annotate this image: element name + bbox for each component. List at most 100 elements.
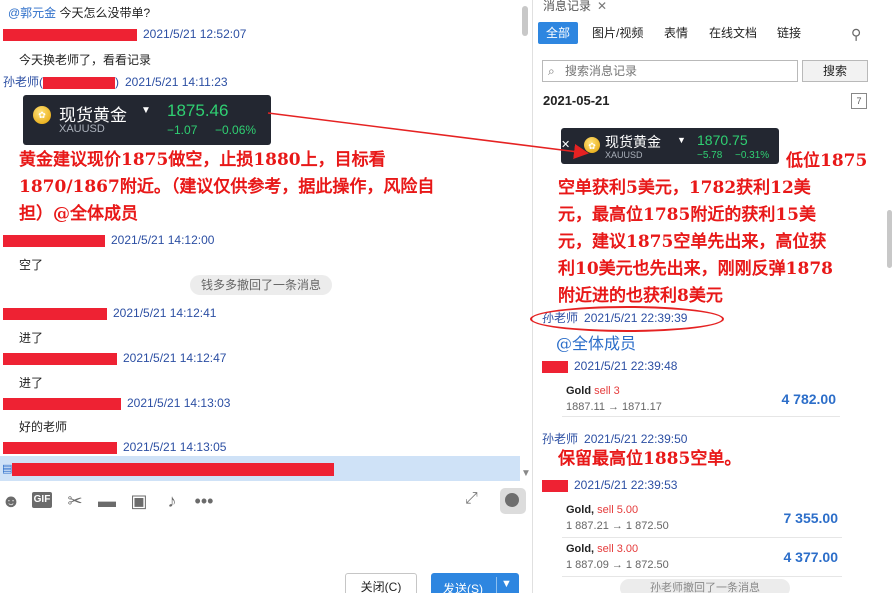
gold-coin-icon [584, 137, 600, 153]
sender-name[interactable]: 孙老师( [3, 75, 43, 89]
gold-symbol: XAUUSD [59, 123, 105, 135]
message-text: 进了 [19, 376, 44, 390]
message-meta: 2021/5/21 14:13:03 [3, 396, 230, 410]
send-divider [496, 577, 497, 593]
message-meta: 2021/5/21 22:39:48 [542, 359, 677, 373]
trade-value: 7 355.00 [783, 510, 839, 526]
search-field[interactable]: ⌕ [542, 60, 798, 82]
mention[interactable]: @郭元金 [8, 6, 56, 20]
search-input[interactable] [565, 63, 793, 79]
redacted-sender [3, 28, 137, 41]
caret-down-icon: ▼ [141, 105, 151, 116]
tab-media[interactable]: 图片/视频 [592, 22, 643, 44]
image-icon[interactable]: ▣ [128, 490, 150, 512]
gold-title: 现货黄金 [605, 134, 661, 150]
message-meta: 2021/5/21 14:12:47 [3, 351, 226, 365]
message-list[interactable]: @郭元金 今天怎么没带单? 2021/5/21 12:52:07 今天换老师了，… [0, 0, 520, 481]
recall-notice: 孙老师撤回了一条消息 [620, 579, 790, 593]
message-time: 2021/5/21 12:52:07 [143, 27, 247, 41]
redacted-sender [43, 76, 115, 89]
trade-card[interactable]: Gold, sell 3.00 1 887.09 → 1 872.50 4 37… [562, 539, 842, 577]
message-time: 2021/5/21 22:39:53 [574, 478, 678, 492]
message-meta: 2021/5/21 14:12:41 [3, 306, 216, 320]
history-tab[interactable]: 消息记录 ✕ [543, 0, 607, 13]
message-time: 2021/5/21 22:39:48 [574, 359, 678, 373]
message-meta: 孙老师 2021/5/21 22:39:50 [542, 430, 687, 447]
gold-quote-card[interactable]: 现货黄金 ▼ XAUUSD 1870.75 −5.78 −0.31% [561, 128, 779, 164]
scroll-down-icon[interactable]: ▼ [521, 468, 531, 479]
gold-price: 1870.75 [697, 132, 748, 148]
redacted-message [12, 463, 334, 476]
send-label: 发送(S) [443, 582, 483, 593]
gold-change-pct: −0.31% [735, 150, 770, 161]
close-icon[interactable]: ✕ [597, 0, 607, 13]
gold-price: 1875.46 [167, 101, 229, 120]
history-tab-label: 消息记录 [543, 0, 592, 13]
calendar-icon[interactable]: 7 [851, 93, 867, 109]
red-annotation: 黄金建议现价1875做空，止损1880上，目标看 1870/1867附近。（建议… [19, 150, 435, 224]
chevron-down-icon[interactable]: ▼ [501, 578, 512, 590]
message-meta: 2021/5/21 14:13:05 [3, 440, 226, 454]
clock-icon[interactable] [500, 488, 526, 514]
trade-card[interactable]: Gold sell 3 1887.11 → 1871.17 4 782.00 [562, 381, 840, 417]
redacted-sender [542, 479, 568, 492]
send-button[interactable]: 发送(S) ▼ [431, 573, 519, 593]
message-time: 2021/5/21 22:39:50 [584, 432, 688, 446]
red-annotation-keep: 保留最高位1885空单。 [558, 449, 742, 469]
gold-change: −5.78 [697, 150, 723, 161]
gold-quote-card[interactable]: 现货黄金 ▼ XAUUSD 1875.46 −1.07 −0.06% [23, 95, 271, 145]
trade-asset: Gold, sell 3.00 [566, 543, 639, 555]
trade-value: 4 782.00 [781, 391, 837, 407]
caret-down-icon: ▼ [677, 135, 686, 145]
scissors-icon[interactable]: ✂ [64, 490, 86, 512]
history-pane: 消息记录 ✕ 全部 图片/视频 表情 在线文档 链接 ⚲ ⌕ 搜索 2021-05… [534, 0, 893, 593]
gif-icon[interactable]: GIF [32, 492, 52, 508]
message-text: 空了 [19, 258, 44, 272]
tab-docs[interactable]: 在线文档 [709, 22, 757, 44]
sender-name[interactable]: 孙老师 [542, 432, 578, 446]
red-annotation-body: 空单获利5美元，1782获利12美 元，最高位1785附近的获利15美 元，建议… [558, 178, 833, 306]
more-icon[interactable]: ••• [193, 490, 215, 512]
redacted-sender [3, 234, 105, 247]
message-time: 2021/5/21 14:13:05 [123, 440, 227, 454]
folder-icon[interactable]: ▬ [96, 490, 118, 512]
gold-coin-icon [33, 106, 51, 124]
annotation-first-line: 低位1875 [786, 151, 868, 171]
tab-all[interactable]: 全部 [538, 22, 579, 44]
tab-links[interactable]: 链接 [777, 22, 801, 44]
message-text: 进了 [19, 331, 44, 345]
mention-all[interactable]: @全体成员 [556, 330, 636, 354]
gold-change: −1.07 [167, 123, 198, 137]
recall-notice: 钱多多撤回了一条消息 [190, 275, 332, 295]
scrollbar-thumb[interactable] [522, 6, 528, 36]
redacted-sender [542, 360, 568, 373]
message-time: 2021/5/21 14:12:47 [123, 351, 227, 365]
filter-icon[interactable]: ⚲ [851, 26, 861, 43]
chat-window: @郭元金 今天怎么没带单? 2021/5/21 12:52:07 今天换老师了，… [0, 0, 893, 593]
message-meta: 2021/5/21 12:52:07 [3, 27, 246, 41]
circle-annotation [530, 306, 724, 332]
emoji-icon[interactable]: ☻ [0, 490, 22, 512]
expand-icon[interactable]: ⤢ [465, 490, 478, 508]
message-time: 2021/5/21 14:12:41 [113, 306, 217, 320]
selected-message[interactable]: ▤ [0, 456, 520, 481]
redacted-sender [3, 352, 117, 365]
quoted-message: @郭元金 今天怎么没带单? [8, 4, 150, 21]
close-button[interactable]: 关闭(C) [345, 573, 417, 593]
message-time: 2021/5/21 14:13:03 [127, 396, 231, 410]
message-text: 好的老师 [19, 420, 68, 434]
search-icon: ⌕ [548, 64, 555, 78]
message-time: 2021/5/21 14:12:00 [111, 233, 215, 247]
trade-value: 4 377.00 [783, 549, 839, 565]
history-scrollbar-thumb[interactable] [887, 210, 892, 268]
tab-stickers[interactable]: 表情 [664, 22, 688, 44]
gold-symbol: XAUUSD [605, 150, 643, 160]
bell-icon[interactable]: ♪ [161, 490, 183, 512]
trade-card[interactable]: Gold, sell 5.00 1 887.21 → 1 872.50 7 35… [562, 500, 842, 538]
message-meta: 2021/5/21 14:12:00 [3, 233, 214, 247]
sender-name-suffix: ) [115, 75, 119, 89]
chat-pane: @郭元金 今天怎么没带单? 2021/5/21 12:52:07 今天换老师了，… [0, 0, 533, 593]
trade-prices: 1 887.21 → 1 872.50 [566, 520, 669, 532]
search-button[interactable]: 搜索 [802, 60, 868, 82]
trade-prices: 1 887.09 → 1 872.50 [566, 559, 669, 571]
